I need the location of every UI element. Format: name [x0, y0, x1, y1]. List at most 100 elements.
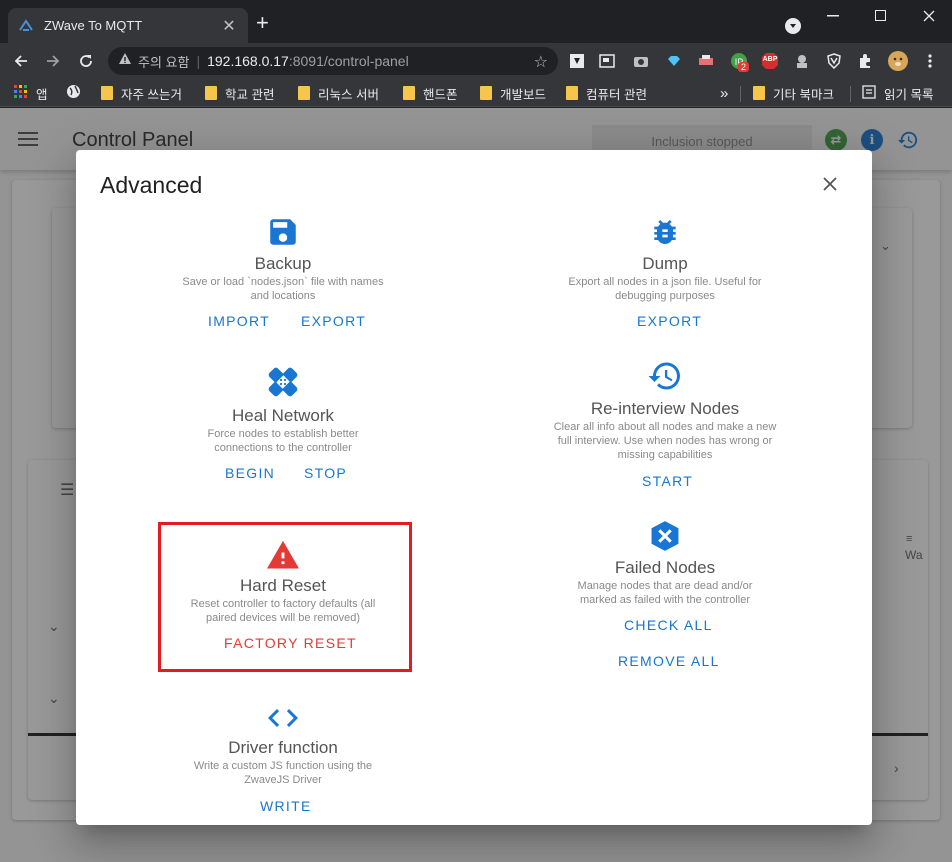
warning-icon [265, 536, 301, 572]
advanced-dialog: Advanced Backup Save or load `nodes.json… [76, 150, 872, 825]
close-icon[interactable] [818, 172, 842, 196]
bookmark-folder[interactable]: 리눅스 서버 [298, 84, 379, 102]
adblock-extension-icon[interactable]: ABP [760, 51, 780, 71]
minimize-button[interactable] [810, 4, 856, 28]
robot-extension-icon[interactable] [792, 51, 812, 71]
url-path: :8091/control-panel [288, 53, 409, 69]
save-icon [265, 214, 301, 250]
bookmark-label: 자주 쓰는거 [121, 87, 182, 102]
gem-extension-icon[interactable] [664, 51, 684, 71]
folder-icon [298, 86, 310, 100]
maximize-button[interactable] [858, 4, 904, 28]
globe-icon [66, 84, 81, 102]
factory-reset-button[interactable]: FACTORY RESET [224, 635, 357, 651]
heal-network-action: Heal Network Force nodes to establish be… [133, 364, 433, 484]
action-title: Failed Nodes [614, 558, 716, 577]
reading-list-label: 읽기 목록 [884, 87, 934, 102]
bookmark-label: 리눅스 서버 [318, 87, 379, 102]
bookmarks-overflow-button[interactable]: » [720, 84, 728, 102]
shield-extension-icon[interactable] [824, 51, 844, 71]
folder-icon [480, 86, 492, 100]
action-description: Manage nodes that are dead and/or marked… [577, 580, 753, 606]
export-backup-button[interactable]: EXPORT [301, 313, 366, 329]
action-description: Write a custom JS function using the Zwa… [193, 760, 373, 786]
failed-nodes-action: Failed Nodes Manage nodes that are dead … [515, 518, 815, 678]
bookmark-apps[interactable]: 앱 [14, 84, 48, 102]
code-icon [265, 700, 301, 736]
back-button[interactable] [8, 48, 34, 74]
write-button[interactable]: WRITE [260, 798, 312, 814]
bookmark-globe[interactable] [66, 84, 81, 102]
bookmark-label: 개발보드 [500, 87, 547, 102]
bookmark-label: 컴퓨터 관련 [586, 87, 647, 102]
import-button[interactable]: IMPORT [208, 313, 270, 329]
omnibox-divider: | [196, 53, 201, 69]
bookmark-folder[interactable]: 컴퓨터 관련 [566, 84, 647, 102]
bookmark-folder[interactable]: 자주 쓰는거 [101, 84, 182, 102]
bookmark-label: 기타 북마크 [773, 87, 834, 102]
start-reinterview-button[interactable]: START [642, 473, 693, 489]
bug-icon [647, 214, 683, 250]
reinterview-action: Re-interview Nodes Clear all info about … [515, 358, 815, 489]
adblock-label: ABP [762, 56, 778, 63]
reload-button[interactable] [73, 48, 99, 74]
folder-icon [753, 86, 765, 100]
history-icon [647, 358, 683, 394]
backup-action: Backup Save or load `nodes.json` file wi… [133, 214, 433, 334]
apps-grid-icon [14, 84, 28, 102]
action-description: Reset controller to factory defaults (al… [190, 598, 376, 624]
action-description: Save or load `nodes.json` file with name… [182, 276, 384, 302]
bandage-icon [265, 364, 301, 400]
bookmark-other[interactable]: 기타 북마크 [753, 84, 834, 102]
profile-avatar[interactable] [887, 50, 909, 72]
tab-close-icon[interactable]: ✕ [220, 16, 238, 36]
printer-extension-icon[interactable] [696, 51, 716, 71]
begin-heal-button[interactable]: BEGIN [225, 465, 275, 481]
close-circle-icon [647, 518, 683, 554]
bookmark-label: 핸드폰 [423, 87, 458, 102]
folder-icon [101, 86, 113, 100]
url-host: 192.168.0.17 [207, 53, 289, 69]
chrome-menu-icon[interactable] [920, 51, 940, 71]
action-title: Backup [254, 254, 312, 273]
extension-badge: 2 [738, 62, 750, 72]
camera-extension-icon[interactable] [631, 51, 651, 71]
action-description: Export all nodes in a json file. Useful … [568, 276, 762, 302]
export-dump-button[interactable]: EXPORT [637, 313, 702, 329]
bookmark-star-icon[interactable]: ☆ [534, 52, 548, 72]
stop-heal-button[interactable]: STOP [304, 465, 347, 481]
warning-icon[interactable] [118, 52, 132, 70]
bookmarks-divider [740, 86, 741, 102]
window-close-button[interactable] [906, 4, 952, 28]
folder-icon [205, 86, 217, 100]
action-title: Heal Network [231, 406, 335, 425]
dialog-title: Advanced [100, 172, 203, 198]
action-title: Hard Reset [240, 576, 326, 595]
reading-list-icon [862, 84, 876, 102]
tab-search-icon[interactable] [785, 18, 801, 34]
zwave-favicon-icon [18, 18, 34, 34]
pip-extension-icon[interactable] [597, 51, 617, 71]
security-warning-label[interactable]: 주의 요함 [138, 52, 189, 71]
address-bar[interactable]: 주의 요함 | 192.168.0.17 :8091/control-panel… [108, 47, 558, 75]
bookmark-label: 학교 관련 [225, 87, 275, 102]
remove-all-button[interactable]: REMOVE ALL [618, 653, 720, 669]
forward-button[interactable] [40, 48, 66, 74]
driver-function-action: Driver function Write a custom JS functi… [133, 700, 433, 820]
bookmark-folder[interactable]: 핸드폰 [403, 84, 458, 102]
bookmark-folder[interactable]: 개발보드 [480, 84, 546, 102]
action-description: Clear all info about all nodes and make … [553, 421, 777, 461]
action-title: Re-interview Nodes [590, 399, 740, 418]
reading-list[interactable]: 읽기 목록 [862, 84, 933, 102]
tab-title: ZWave To MQTT [44, 18, 143, 33]
folder-icon [403, 86, 415, 100]
download-extension-icon[interactable] [567, 51, 587, 71]
puzzle-extensions-icon[interactable] [855, 51, 875, 71]
action-title: Driver function [228, 738, 338, 757]
check-all-button[interactable]: CHECK ALL [624, 617, 713, 633]
bookmark-folder[interactable]: 학교 관련 [205, 84, 274, 102]
browser-toolbar: 주의 요함 | 192.168.0.17 :8091/control-panel… [0, 43, 952, 79]
browser-tab[interactable]: ZWave To MQTT ✕ [8, 8, 248, 43]
ip-extension-icon[interactable]: IP 2 [729, 51, 750, 72]
new-tab-button[interactable]: + [256, 12, 269, 34]
